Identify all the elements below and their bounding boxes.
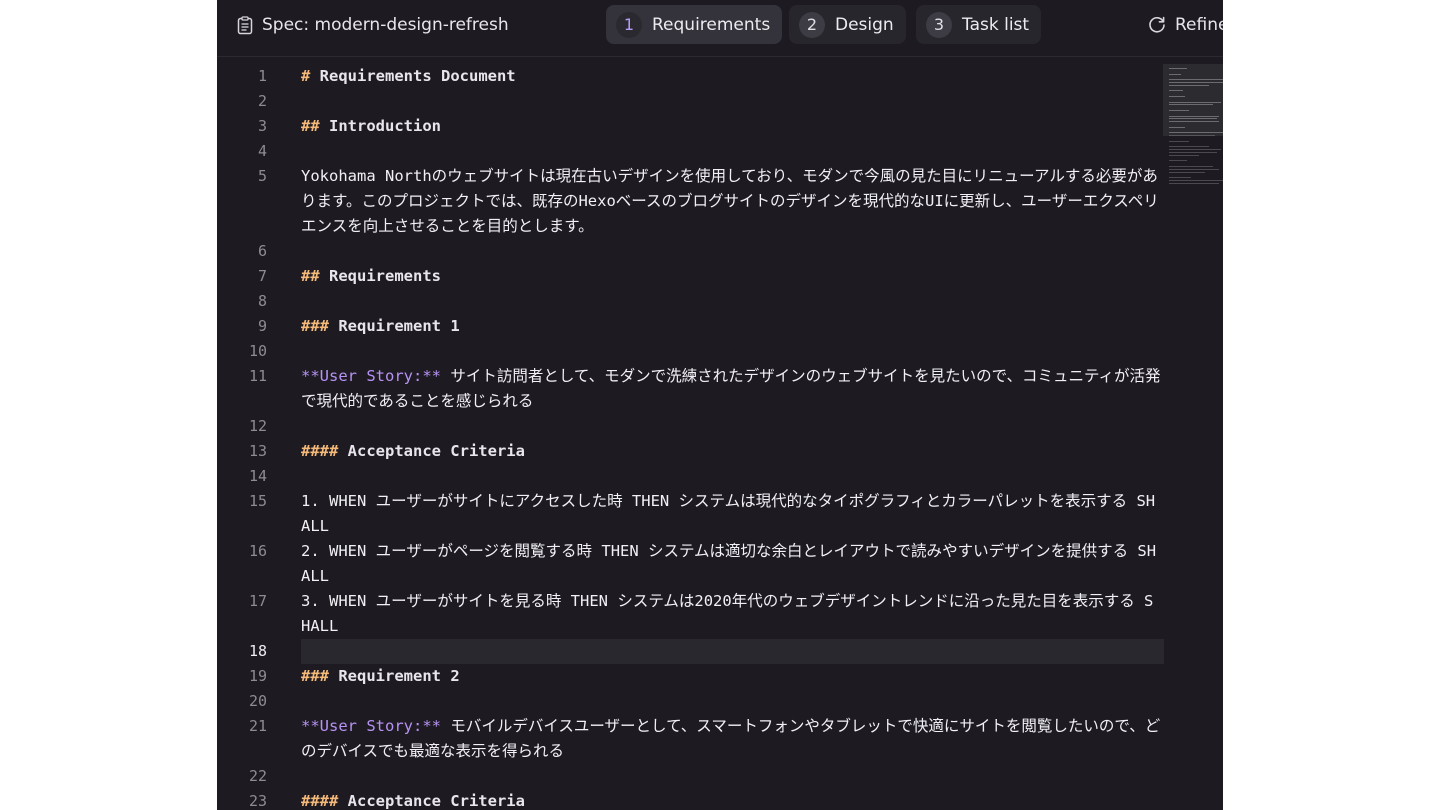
line-number: 4 [257, 142, 267, 160]
minimap-line [1169, 182, 1219, 184]
tab-task-list[interactable]: 3 Task list [916, 5, 1042, 44]
line-number: 19 [248, 667, 267, 685]
code-line[interactable]: Yokohama Northのウェブサイトは現在古いデザインを使用しており、モダ… [301, 164, 1161, 239]
line-number: 10 [248, 342, 267, 360]
line-text: Requirements [319, 267, 441, 285]
refresh-icon [1149, 16, 1165, 33]
line-number: 15 [248, 492, 267, 510]
line-number: 20 [248, 692, 267, 710]
tab-design[interactable]: 2 Design [789, 5, 906, 44]
code-line[interactable]: 2. WHEN ユーザーがページを閲覧する時 THEN システムは適切な余白とレ… [301, 539, 1161, 589]
line-number: 17 [248, 592, 267, 610]
heading-marker: ## [301, 267, 320, 285]
minimap-line [1169, 146, 1209, 148]
code-line[interactable]: #### Acceptance Criteria [301, 439, 1161, 464]
code-line[interactable]: ## Requirements [301, 264, 1161, 289]
line-text: 3. WHEN ユーザーがサイトを見る時 THEN システムは2020年代のウェ… [301, 592, 1154, 635]
code-line[interactable]: ### Requirement 2 [301, 664, 1161, 689]
line-text: Yokohama Northのウェブサイトは現在古いデザインを使用しており、モダ… [301, 167, 1159, 235]
code-line[interactable]: ### Requirement 1 [301, 314, 1161, 339]
current-line-highlight [301, 639, 1164, 664]
line-text: Requirements Document [310, 67, 516, 85]
minimap-line [1169, 140, 1189, 142]
spec-title-text: Spec: modern-design-refresh [262, 15, 509, 35]
code-line[interactable]: 3. WHEN ユーザーがサイトを見る時 THEN システムは2020年代のウェ… [301, 589, 1161, 639]
line-text: Acceptance Criteria [338, 792, 525, 810]
minimap-line [1169, 152, 1217, 153]
minimap-line [1169, 171, 1205, 173]
heading-marker: #### [301, 792, 339, 810]
line-number: 18 [248, 642, 267, 660]
line-number: 14 [248, 467, 267, 485]
spec-title: Spec: modern-design-refresh [237, 13, 509, 37]
tab-number: 3 [926, 11, 952, 38]
minimap-line [1169, 160, 1187, 162]
bold-marker: **User Story:** [301, 367, 441, 385]
spec-header: Spec: modern-design-refresh 1 Requiremen… [217, 0, 1223, 57]
line-number: 11 [248, 367, 267, 385]
line-number: 7 [257, 267, 267, 285]
line-number: 3 [257, 117, 267, 135]
line-number: 13 [248, 442, 267, 460]
heading-marker: # [301, 67, 311, 85]
line-number: 12 [248, 417, 267, 435]
line-number: 21 [248, 717, 267, 735]
code-line[interactable]: **User Story:** サイト訪問者として、モダンで洗練されたデザインの… [301, 364, 1161, 414]
line-number: 9 [257, 317, 267, 335]
line-text: 2. WHEN ユーザーがページを閲覧する時 THEN システムは適切な余白とレ… [301, 542, 1157, 585]
code-line[interactable]: 1. WHEN ユーザーがサイトにアクセスした時 THEN システムは現代的なタ… [301, 489, 1161, 539]
tab-label: Design [835, 14, 894, 35]
line-number: 6 [257, 242, 267, 260]
line-number: 23 [248, 792, 267, 810]
line-number: 8 [257, 292, 267, 310]
bold-marker: **User Story:** [301, 717, 441, 735]
heading-marker: ### [301, 317, 329, 335]
minimap-line [1169, 149, 1221, 151]
minimap-line [1169, 177, 1191, 179]
markdown-editor[interactable]: 1 # Requirements Document 2 3 ## Introductio… [217, 64, 1223, 810]
line-number: 1 [257, 67, 267, 85]
tab-label: Task list [962, 14, 1030, 35]
line-number: 5 [257, 167, 267, 185]
minimap-viewport[interactable] [1163, 64, 1223, 136]
clipboard-icon [237, 15, 253, 34]
line-number: 22 [248, 767, 267, 785]
line-text: Requirement 2 [329, 667, 460, 685]
tab-requirements[interactable]: 1 Requirements [606, 5, 783, 44]
minimap-line [1169, 168, 1219, 170]
minimap-line [1169, 166, 1213, 167]
minimap-line [1169, 154, 1199, 156]
line-text: Acceptance Criteria [338, 442, 525, 460]
code-line[interactable]: ## Introduction [301, 114, 1161, 139]
minimap-line [1169, 180, 1223, 181]
tab-number: 2 [799, 11, 825, 38]
line-number: 2 [257, 92, 267, 110]
line-text: 1. WHEN ユーザーがサイトにアクセスした時 THEN システムは現代的なタ… [301, 492, 1156, 535]
code-line[interactable]: # Requirements Document [301, 64, 1161, 89]
heading-marker: #### [301, 442, 339, 460]
code-line[interactable]: #### Acceptance Criteria [301, 789, 1161, 810]
line-text: Requirement 1 [329, 317, 460, 335]
refine-label: Refine [1175, 15, 1223, 35]
code-line[interactable]: **User Story:** モバイルデバイスユーザーとして、スマートフォンや… [301, 714, 1161, 764]
heading-marker: ## [301, 117, 320, 135]
line-text: Introduction [319, 117, 441, 135]
line-number: 16 [248, 542, 267, 560]
refine-button[interactable]: Refine [1147, 13, 1223, 37]
minimap[interactable] [1163, 64, 1223, 188]
heading-marker: ### [301, 667, 329, 685]
spec-editor-window: Spec: modern-design-refresh 1 Requiremen… [217, 0, 1223, 810]
tab-label: Requirements [652, 14, 771, 35]
tab-number: 1 [616, 11, 642, 38]
